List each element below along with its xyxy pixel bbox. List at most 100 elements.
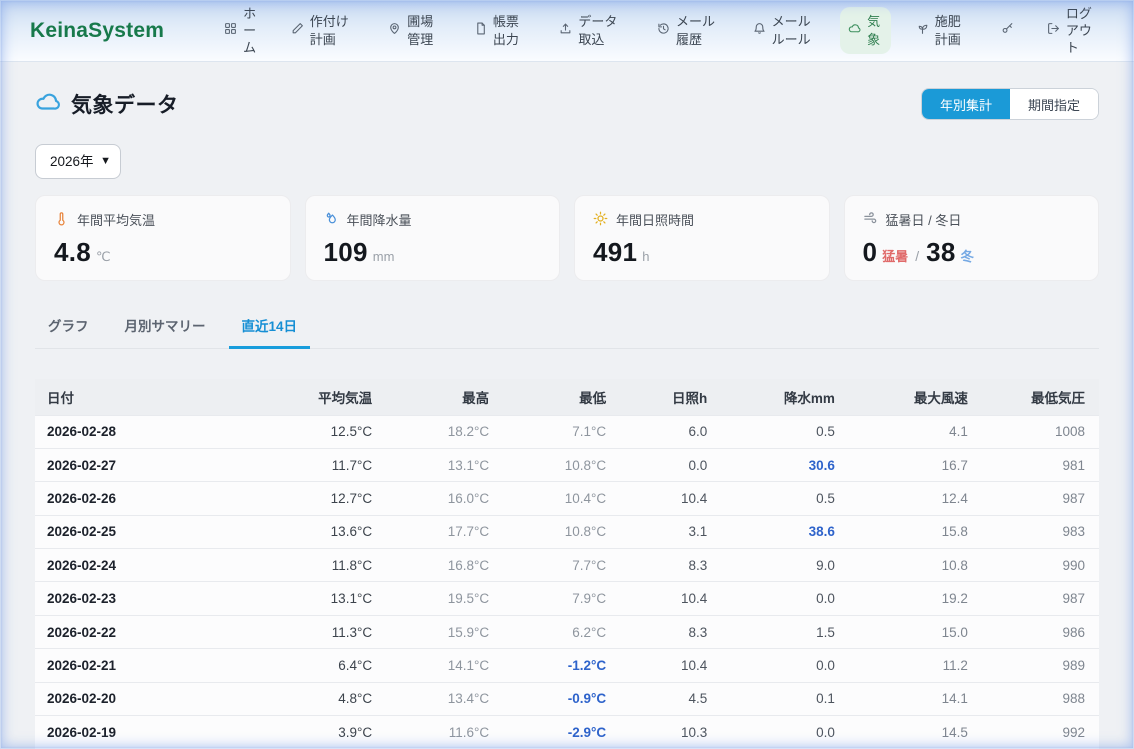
yearly-summary-button[interactable]: 年別集計 bbox=[922, 89, 1010, 119]
nav-item-password-key[interactable] bbox=[993, 16, 1022, 45]
cell-max-wind: 15.0 bbox=[849, 615, 982, 648]
stat-unit: mm bbox=[373, 249, 395, 264]
droplet-icon bbox=[324, 211, 339, 229]
table-header-row: 日付平均気温最高最低日照h降水mm最大風速最低気圧 bbox=[35, 379, 1099, 415]
stat-label: 猛暑日 / 冬日 bbox=[886, 210, 962, 229]
stat-cards: 年間平均気温 4.8 ℃ 年間降水量 109 mm bbox=[35, 195, 1099, 281]
data-tabs: グラフ 月別サマリー 直近14日 bbox=[35, 305, 1099, 349]
cell-precipitation-mm: 0.0 bbox=[721, 716, 849, 749]
cell-avg-temp: 11.3°C bbox=[237, 615, 386, 648]
nav-item-label: 圃場管理 bbox=[407, 13, 441, 47]
cell-date: 2026-02-28 bbox=[35, 415, 237, 448]
stat-unit: h bbox=[642, 249, 649, 264]
nav-item-weather[interactable]: 気象 bbox=[840, 7, 891, 53]
nav-item-label: 作付け計画 bbox=[310, 13, 356, 47]
logout-icon bbox=[1047, 22, 1060, 39]
column-header-max-temp: 最高 bbox=[386, 379, 503, 415]
cell-max-wind: 12.4 bbox=[849, 482, 982, 515]
nav-item-label: メールルール bbox=[772, 13, 816, 47]
nav-item-field-management[interactable]: 圃場管理 bbox=[380, 7, 449, 53]
cell-min-pressure: 989 bbox=[982, 649, 1099, 682]
cell-max-temp: 16.0°C bbox=[386, 482, 503, 515]
cell-min-temp: 7.1°C bbox=[503, 415, 620, 448]
nav-item-fertilization-plan[interactable]: 施肥計画 bbox=[908, 7, 977, 53]
cell-min-pressure: 987 bbox=[982, 482, 1099, 515]
nav-item-planting-plan[interactable]: 作付け計画 bbox=[283, 7, 364, 53]
period-select-button[interactable]: 期間指定 bbox=[1010, 89, 1098, 119]
cell-min-temp: -1.2°C bbox=[503, 649, 620, 682]
cell-date: 2026-02-20 bbox=[35, 682, 237, 715]
cell-min-pressure: 992 bbox=[982, 716, 1099, 749]
column-header-date: 日付 bbox=[35, 379, 237, 415]
cloud-icon bbox=[848, 22, 861, 39]
cell-date: 2026-02-26 bbox=[35, 482, 237, 515]
stat-card-extreme-days: 猛暑日 / 冬日 0 猛暑 / 38 冬 bbox=[844, 195, 1100, 281]
thermometer-icon bbox=[54, 211, 69, 229]
stat-value: 4.8 bbox=[54, 237, 91, 268]
cell-avg-temp: 3.9°C bbox=[237, 716, 386, 749]
nav-item-label: 施肥計画 bbox=[935, 13, 969, 47]
top-nav: KeinaSystem ホーム 作付け計画 圃場管理 帳票出力 データ取込 bbox=[0, 0, 1134, 62]
tab-monthly-summary[interactable]: 月別サマリー bbox=[112, 305, 219, 349]
stat-label: 年間日照時間 bbox=[616, 210, 694, 229]
cell-max-wind: 19.2 bbox=[849, 582, 982, 615]
cell-precipitation-mm: 38.6 bbox=[721, 515, 849, 548]
cold-days-unit: 冬 bbox=[961, 246, 974, 265]
cell-avg-temp: 11.8°C bbox=[237, 549, 386, 582]
brand-logo[interactable]: KeinaSystem bbox=[30, 19, 164, 43]
nav-item-mail-rules[interactable]: メールルール bbox=[745, 7, 824, 53]
cell-date: 2026-02-22 bbox=[35, 615, 237, 648]
cell-max-wind: 4.1 bbox=[849, 415, 982, 448]
nav-item-home[interactable]: ホーム bbox=[216, 0, 266, 62]
nav-item-label: 気象 bbox=[867, 13, 883, 47]
stat-label: 年間降水量 bbox=[347, 210, 412, 229]
weather-cloud-icon bbox=[35, 89, 61, 120]
year-select-wrap: 2026年 ▼ bbox=[35, 144, 121, 179]
stat-value: 491 bbox=[593, 237, 637, 268]
cell-date: 2026-02-24 bbox=[35, 549, 237, 582]
cell-min-pressure: 1008 bbox=[982, 415, 1099, 448]
column-header-min-pressure: 最低気圧 bbox=[982, 379, 1099, 415]
cell-sunshine-hours: 10.4 bbox=[620, 482, 721, 515]
nav-item-label: ログアウト bbox=[1066, 5, 1096, 56]
cell-min-temp: 6.2°C bbox=[503, 615, 620, 648]
cell-max-wind: 14.5 bbox=[849, 716, 982, 749]
nav-item-logout[interactable]: ログアウト bbox=[1039, 0, 1104, 62]
nav-item-label: メール履歴 bbox=[676, 13, 720, 47]
stat-card-avg-temp: 年間平均気温 4.8 ℃ bbox=[35, 195, 291, 281]
cell-sunshine-hours: 6.0 bbox=[620, 415, 721, 448]
cell-min-pressure: 988 bbox=[982, 682, 1099, 715]
home-grid-icon bbox=[224, 22, 237, 39]
cell-sunshine-hours: 8.3 bbox=[620, 549, 721, 582]
cell-sunshine-hours: 0.0 bbox=[620, 448, 721, 481]
cell-min-temp: -2.9°C bbox=[503, 716, 620, 749]
key-icon bbox=[1001, 22, 1014, 39]
cell-precipitation-mm: 0.0 bbox=[721, 649, 849, 682]
column-header-precipitation-mm: 降水mm bbox=[721, 379, 849, 415]
nav-menu: ホーム 作付け計画 圃場管理 帳票出力 データ取込 メール履歴 bbox=[216, 0, 1104, 62]
table-row: 2026-02-216.4°C14.1°C-1.2°C10.40.011.298… bbox=[35, 649, 1099, 682]
view-toggle-group: 年別集計 期間指定 bbox=[921, 88, 1099, 120]
nav-item-label: データ取込 bbox=[578, 13, 624, 47]
cell-max-temp: 13.1°C bbox=[386, 448, 503, 481]
cell-max-wind: 11.2 bbox=[849, 649, 982, 682]
cell-precipitation-mm: 0.5 bbox=[721, 482, 849, 515]
cell-sunshine-hours: 3.1 bbox=[620, 515, 721, 548]
sun-icon bbox=[593, 211, 608, 229]
tab-graph[interactable]: グラフ bbox=[35, 305, 102, 349]
year-select[interactable]: 2026年 bbox=[35, 144, 121, 179]
tab-recent-14days[interactable]: 直近14日 bbox=[229, 305, 311, 349]
table-row: 2026-02-2513.6°C17.7°C10.8°C3.138.615.89… bbox=[35, 515, 1099, 548]
cell-max-temp: 14.1°C bbox=[386, 649, 503, 682]
cell-min-pressure: 983 bbox=[982, 515, 1099, 548]
nav-item-mail-history[interactable]: メール履歴 bbox=[649, 7, 728, 53]
cell-date: 2026-02-25 bbox=[35, 515, 237, 548]
hot-days-unit: 猛暑 bbox=[882, 246, 908, 265]
pencil-icon bbox=[291, 22, 304, 39]
cell-min-pressure: 981 bbox=[982, 448, 1099, 481]
cell-avg-temp: 13.6°C bbox=[237, 515, 386, 548]
nav-item-report-output[interactable]: 帳票出力 bbox=[466, 7, 535, 53]
nav-item-data-import[interactable]: データ取込 bbox=[551, 7, 632, 53]
cold-days-value: 38 bbox=[926, 237, 956, 268]
cell-max-temp: 11.6°C bbox=[386, 716, 503, 749]
